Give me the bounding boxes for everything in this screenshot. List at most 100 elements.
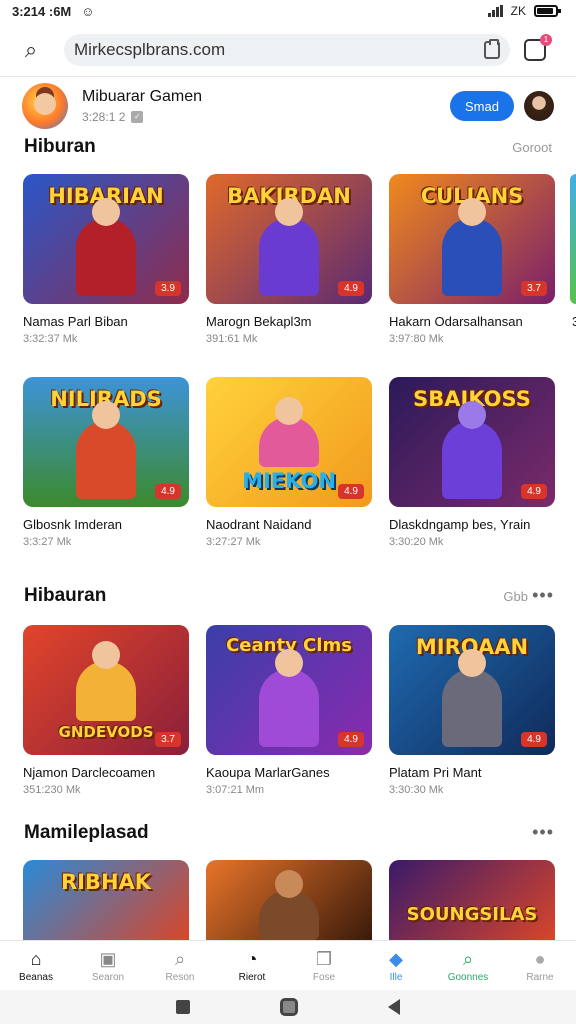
nav-item-searon[interactable]: ▣ Searon (72, 941, 144, 990)
game-thumbnail[interactable]: RIBHAK (23, 860, 189, 940)
alarm-icon: ☺ (81, 3, 95, 19)
nav-item-reson[interactable]: ⌕ Reson (144, 941, 216, 990)
back-button[interactable] (388, 999, 400, 1015)
card-meta: 3:97:80 Mk (389, 333, 444, 345)
nav-label: Beanas (19, 971, 53, 983)
card-name[interactable]: Njamon Darclecoamen (23, 765, 189, 780)
nav-item-goonnes[interactable]: ⌕ Goonnes (432, 941, 504, 990)
nav-label: Fose (312, 971, 336, 983)
search-icon[interactable]: ⌕ (14, 33, 48, 67)
card-meta: 351:230 Mk (23, 784, 81, 796)
nav-item-fose[interactable]: ❐ Fose (288, 941, 360, 990)
home-button[interactable] (280, 998, 298, 1016)
hero-head (275, 397, 303, 425)
card-name[interactable]: Naodrant Naidand (206, 517, 372, 532)
nav-label: Reson (165, 971, 195, 983)
card-name[interactable]: Dlaskdngamp bes, Yrain (389, 517, 555, 532)
url-text[interactable]: Mirkecsplbrans.com (74, 40, 225, 60)
recents-button[interactable] (176, 1000, 190, 1014)
section-title: Hiburan (24, 136, 96, 157)
hero-figure (259, 649, 319, 747)
hero-figure (442, 401, 502, 499)
site-subtitle: 3:28:1 2 ✓ (82, 110, 450, 124)
system-nav-bar (0, 990, 576, 1024)
person-icon: ● (534, 948, 546, 969)
home-icon: ⌂ (30, 948, 42, 969)
game-thumbnail[interactable]: SBAIKOSS 4.9 (389, 377, 555, 507)
card-meta: 3:07:21 Mm (206, 784, 265, 796)
avatar[interactable] (524, 91, 554, 121)
card-name[interactable]: Marogn Bekapl3m (206, 314, 372, 329)
site-action-button[interactable]: Smad (450, 91, 514, 121)
card-name[interactable]: Hakarn Odarsalhansan (389, 314, 555, 329)
game-card[interactable]: SBAIKOSS 4.9 Dlaskdngamp bes, Yrain 3:30… (389, 377, 555, 548)
game-thumbnail[interactable]: MIEKON 4.9 (206, 377, 372, 507)
clipboard-icon[interactable] (484, 39, 500, 59)
game-card[interactable]: RIBHAK (23, 860, 189, 940)
game-thumbnail[interactable]: CULIANS 3.7 (389, 174, 555, 304)
card-name[interactable]: Kaoupa MarlarGanes (206, 765, 372, 780)
game-thumbnail[interactable]: HIBARIAN 3.9 (23, 174, 189, 304)
game-thumbnail[interactable]: BAKIRDAN 4.9 (206, 174, 372, 304)
hero-head (92, 641, 120, 669)
address-bar[interactable]: Mirkecsplbrans.com (64, 34, 510, 66)
hero-head (275, 870, 303, 898)
game-card[interactable]: Ceanty Clms 4.9 Kaoupa MarlarGanes 3:07:… (206, 625, 372, 796)
book-icon: ❐ (315, 948, 333, 969)
rating-badge: 4.9 (338, 484, 364, 499)
toolbar-divider (0, 76, 576, 77)
game-thumbnail[interactable]: Ceanty Clms 4.9 (206, 625, 372, 755)
hero-figure (259, 870, 319, 940)
card-meta: 391:61 Mk (206, 333, 258, 345)
hero-head (92, 401, 120, 429)
section-link[interactable]: Gbb (503, 589, 528, 604)
game-card[interactable]: MIROAAN 4.9 Platam Pri Mant 3:30:30 Mk (389, 625, 555, 796)
game-thumbnail[interactable]: NILIRADS 4.9 (23, 377, 189, 507)
nav-item-beanas[interactable]: ⌂ Beanas (0, 941, 72, 990)
nav-label: Ille (389, 971, 403, 983)
card-name[interactable]: Namas Parl Biban (23, 314, 189, 329)
card-meta: 3:32:37 Mk (23, 333, 78, 345)
shield-icon: ◆ (389, 948, 403, 969)
nav-label: Rarne (526, 971, 554, 983)
hero-head (92, 198, 120, 226)
game-thumbnail[interactable]: GNDEVODS 3.7 (23, 625, 189, 755)
nav-label: Goonnes (447, 971, 489, 983)
hero-head (458, 649, 486, 677)
game-card[interactable]: GNDEVODS 3.7 Njamon Darclecoamen 351:230… (23, 625, 189, 796)
site-logo[interactable] (22, 83, 68, 129)
game-thumbnail[interactable] (206, 860, 372, 940)
more-options-icon[interactable]: ••• (532, 585, 554, 606)
nav-item-rierot[interactable]: ◔ Rierot (216, 941, 288, 990)
game-card[interactable]: MIEKON 4.9 Naodrant Naidand 3:27:27 Mk (206, 377, 372, 548)
game-card[interactable]: HIBARIAN 3.9 Namas Parl Biban 3:32:37 Mk (23, 174, 189, 345)
rating-badge: 4.9 (155, 484, 181, 499)
site-subtitle-text: 3:28:1 2 (82, 110, 126, 124)
browser-toolbar: ⌕ Mirkecsplbrans.com 1 (0, 28, 576, 72)
partial-card-name: 3 (572, 314, 576, 329)
game-thumbnail[interactable]: SOUNGSILAS (389, 860, 555, 940)
game-card[interactable]: SOUNGSILAS (389, 860, 555, 940)
card-name[interactable]: Platam Pri Mant (389, 765, 555, 780)
nav-item-ille[interactable]: ◆ Ille (360, 941, 432, 990)
tabs-button[interactable]: 1 (524, 34, 552, 61)
game-card[interactable]: BAKIRDAN 4.9 Marogn Bekapl3m 391:61 Mk (206, 174, 372, 345)
tab-count-badge: 1 (540, 34, 552, 46)
card-meta: 3:30:30 Mk (389, 784, 444, 796)
site-meta: Mibuarar Gamen 3:28:1 2 ✓ (82, 88, 450, 124)
section-link[interactable]: Goroot (512, 140, 552, 155)
partial-game-card[interactable] (570, 174, 576, 304)
hero-figure (76, 641, 136, 721)
game-thumbnail[interactable]: MIROAAN 4.9 (389, 625, 555, 755)
card-name[interactable]: Glbosnk Imderan (23, 517, 189, 532)
games-search-icon: ⌕ (462, 948, 474, 969)
thumb-title: RIBHAK (60, 870, 152, 894)
card-meta: 3:3:27 Mk (23, 536, 72, 548)
hero-figure (259, 397, 319, 467)
game-card[interactable] (206, 860, 372, 940)
nav-item-rarne[interactable]: ● Rarne (504, 941, 576, 990)
game-card[interactable]: CULIANS 3.7 Hakarn Odarsalhansan 3:97:80… (389, 174, 555, 345)
site-name[interactable]: Mibuarar Gamen (82, 88, 450, 106)
more-options-icon[interactable]: ••• (532, 822, 554, 843)
game-card[interactable]: NILIRADS 4.9 Glbosnk Imderan 3:3:27 Mk (23, 377, 189, 548)
